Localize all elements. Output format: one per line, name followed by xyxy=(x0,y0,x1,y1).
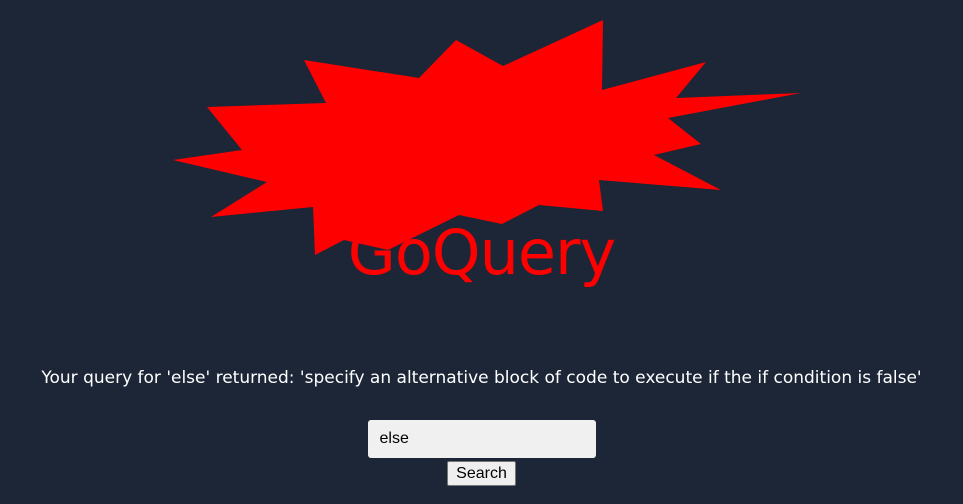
logo-text: GoQuery xyxy=(347,216,616,289)
search-button[interactable]: Search xyxy=(447,461,516,486)
search-form: Search xyxy=(0,420,963,486)
query-result-text: Your query for 'else' returned: 'specify… xyxy=(41,368,922,388)
logo: GoQuery xyxy=(0,0,963,300)
search-input[interactable] xyxy=(367,420,596,458)
